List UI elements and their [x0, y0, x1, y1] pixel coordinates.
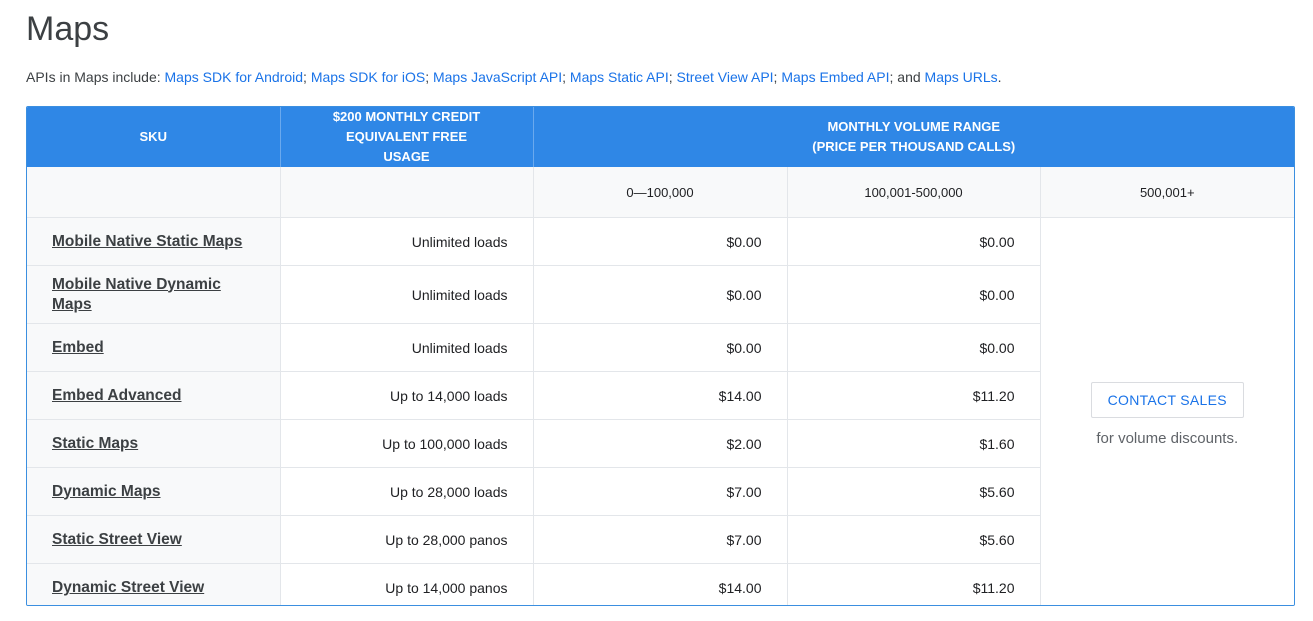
link-maps-urls[interactable]: Maps URLs [925, 69, 998, 85]
sku-link[interactable]: Static Maps [52, 435, 138, 452]
link-maps-embed-api[interactable]: Maps Embed API [781, 69, 889, 85]
intro-and: and [897, 69, 921, 85]
sku-cell: Static Maps [27, 419, 281, 468]
tier-2-price-cell: $5.60 [787, 515, 1041, 564]
intro-prefix: APIs in Maps include: [26, 69, 161, 85]
contact-sales-button[interactable]: CONTACT SALES [1090, 382, 1244, 419]
tier-2-price-cell: $11.20 [787, 563, 1041, 605]
header-credit-label: $200 MONTHLY CREDIT EQUIVALENT FREE USAG… [332, 109, 481, 164]
link-maps-javascript-api[interactable]: Maps JavaScript API [433, 69, 562, 85]
free-usage-cell: Unlimited loads [280, 265, 534, 324]
free-usage-cell: Up to 28,000 loads [280, 467, 534, 516]
sku-link[interactable]: Mobile Native Static Maps [52, 233, 242, 250]
free-usage-cell: Up to 14,000 panos [280, 563, 534, 605]
tier-1-price-cell: $7.00 [533, 515, 788, 564]
tier-1-price-cell: $14.00 [533, 371, 788, 420]
range-tier-3: 500,001+ [1040, 167, 1294, 218]
header-credit: $200 MONTHLY CREDIT EQUIVALENT FREE USAG… [280, 107, 534, 167]
sku-link[interactable]: Dynamic Street View [52, 579, 204, 596]
sku-cell: Static Street View [27, 515, 281, 564]
range-empty-sku [27, 167, 281, 218]
link-maps-static-api[interactable]: Maps Static API [570, 69, 669, 85]
header-row: SKU $200 MONTHLY CREDIT EQUIVALENT FREE … [27, 107, 1294, 167]
tier-1-price-cell: $0.00 [533, 217, 788, 266]
sku-cell: Mobile Native Dynamic Maps [27, 265, 281, 324]
free-usage-cell: Up to 28,000 panos [280, 515, 534, 564]
tier-2-price-cell: $0.00 [787, 217, 1041, 266]
header-volume-range: MONTHLY VOLUME RANGE (PRICE PER THOUSAND… [533, 107, 1294, 167]
free-usage-cell: Up to 14,000 loads [280, 371, 534, 420]
tier-1-price-cell: $2.00 [533, 419, 788, 468]
sku-link[interactable]: Embed Advanced [52, 387, 182, 404]
sku-cell: Dynamic Maps [27, 467, 281, 516]
sku-link[interactable]: Static Street View [52, 531, 182, 548]
maps-pricing-page: Maps APIs in Maps include: Maps SDK for … [0, 0, 1313, 621]
link-street-view-api[interactable]: Street View API [677, 69, 774, 85]
tier-1-price-cell: $0.00 [533, 323, 788, 372]
sku-cell: Embed [27, 323, 281, 372]
range-empty-credit [280, 167, 534, 218]
tier-1-price-cell: $7.00 [533, 467, 788, 516]
pricing-table-card: SKU $200 MONTHLY CREDIT EQUIVALENT FREE … [26, 106, 1295, 606]
pricing-table: SKU $200 MONTHLY CREDIT EQUIVALENT FREE … [27, 107, 1294, 605]
sku-cell: Dynamic Street View [27, 563, 281, 605]
sku-link[interactable]: Embed [52, 339, 104, 356]
free-usage-cell: Up to 100,000 loads [280, 419, 534, 468]
sku-cell: Embed Advanced [27, 371, 281, 420]
free-usage-cell: Unlimited loads [280, 217, 534, 266]
sku-link[interactable]: Mobile Native Dynamic Maps [52, 276, 221, 313]
header-volume-label: MONTHLY VOLUME RANGE (PRICE PER THOUSAND… [812, 119, 1016, 154]
tier-2-price-cell: $11.20 [787, 371, 1041, 420]
apis-intro: APIs in Maps include: Maps SDK for Andro… [26, 69, 1002, 85]
sku-cell: Mobile Native Static Maps [27, 217, 281, 266]
tier-2-price-cell: $0.00 [787, 265, 1041, 324]
tier-1-price-cell: $0.00 [533, 265, 788, 324]
volume-discounts-note: for volume discounts. [1096, 430, 1239, 448]
range-tier-2: 100,001-500,000 [787, 167, 1041, 218]
range-row: 0—100,000 100,001-500,000 500,001+ [27, 167, 1294, 218]
page-title: Maps [26, 10, 110, 48]
table-row: Mobile Native Static Maps Unlimited load… [27, 217, 1294, 605]
link-maps-sdk-ios[interactable]: Maps SDK for iOS [311, 69, 425, 85]
tier-2-price-cell: $0.00 [787, 323, 1041, 372]
contact-sales-cell: CONTACT SALES for volume discounts. [1040, 217, 1294, 605]
tier-2-price-cell: $5.60 [787, 467, 1041, 516]
sku-link[interactable]: Dynamic Maps [52, 483, 161, 500]
link-maps-sdk-android[interactable]: Maps SDK for Android [165, 69, 304, 85]
tier-2-price-cell: $1.60 [787, 419, 1041, 468]
range-tier-1: 0—100,000 [533, 167, 788, 218]
free-usage-cell: Unlimited loads [280, 323, 534, 372]
tier-1-price-cell: $14.00 [533, 563, 788, 605]
header-sku: SKU [27, 107, 281, 167]
